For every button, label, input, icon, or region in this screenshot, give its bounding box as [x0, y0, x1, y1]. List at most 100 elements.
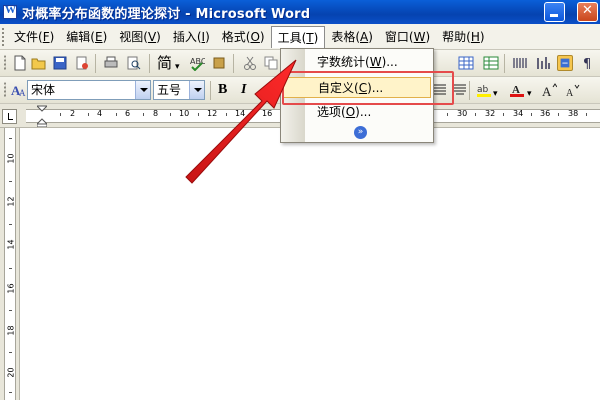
highlight-icon[interactable]: ab — [476, 82, 492, 98]
document-map-icon[interactable] — [557, 55, 573, 71]
ruler-tick — [503, 113, 504, 116]
chevron-down-icon[interactable]: ▾ — [527, 85, 532, 103]
ruler-number: 6 — [125, 109, 131, 118]
ruler-tick — [447, 113, 448, 116]
indent-marker-icon[interactable] — [37, 105, 47, 127]
menu-help[interactable]: 帮助(H) — [436, 26, 490, 48]
chevron-down-icon[interactable]: ▾ — [175, 58, 180, 76]
ruler-tick — [143, 113, 144, 116]
toolbar-grip[interactable] — [4, 55, 8, 71]
columns-icon[interactable] — [512, 55, 528, 71]
menu-file[interactable]: 文件(F) — [8, 26, 60, 48]
show-hide-icon[interactable]: ¶ — [580, 55, 596, 71]
ruler-tick — [60, 113, 61, 116]
ruler-number: 12 — [6, 196, 16, 207]
insert-table-icon[interactable] — [458, 55, 474, 71]
ruler-number: 10 — [6, 153, 16, 164]
menu-bar: 文件(F) 编辑(E) 视图(V) 插入(I) 格式(O) 工具(T) 表格(A… — [0, 24, 600, 50]
ruler-tick — [9, 181, 12, 182]
chevron-down-icon[interactable] — [189, 81, 204, 99]
ruler-number: 16 — [6, 283, 16, 294]
font-size-value: 五号 — [157, 83, 182, 97]
vertical-ruler[interactable]: 10 12 14 16 18 20 — [0, 128, 20, 400]
distributed-icon[interactable] — [452, 82, 468, 98]
ruler-tick — [116, 113, 117, 116]
chevron-down-icon[interactable]: ▾ — [493, 85, 498, 103]
minimize-button[interactable] — [544, 2, 565, 22]
toolbar-grip[interactable] — [4, 82, 8, 98]
ruler-tick — [9, 138, 12, 139]
ruler-tick — [9, 392, 12, 393]
window-title: 对概率分布函数的理论探讨 - Microsoft Word — [22, 6, 311, 22]
close-button[interactable] — [577, 2, 598, 22]
menu-item-word-count[interactable]: 字数统计(W)... — [283, 52, 431, 73]
shrink-font-icon[interactable]: A — [564, 82, 580, 98]
styles-formatting-icon[interactable]: AA — [11, 82, 27, 98]
ruler-tick — [558, 113, 559, 116]
ruler-tick — [198, 113, 199, 116]
title-bar: 对概率分布函数的理论探讨 - Microsoft Word — [0, 0, 600, 24]
svg-text:A: A — [566, 88, 574, 98]
ruler-tick — [9, 268, 12, 269]
font-size-dropdown[interactable]: 五号 — [153, 80, 205, 100]
menu-insert[interactable]: 插入(I) — [167, 26, 216, 48]
chevron-down-icon[interactable] — [135, 81, 150, 99]
menu-item-options[interactable]: 选项(O)... — [283, 102, 431, 123]
open-folder-icon[interactable] — [31, 55, 47, 71]
toolbar-separator — [210, 81, 211, 100]
ruler-number: 16 — [262, 109, 273, 118]
ruler-tick — [170, 113, 171, 116]
svg-text:ABC: ABC — [190, 57, 205, 66]
bold-button[interactable]: B — [218, 81, 227, 99]
grow-font-icon[interactable]: A — [541, 82, 557, 98]
double-chevron-down-icon[interactable]: » — [354, 126, 367, 139]
toolbar-separator — [504, 54, 505, 73]
drawing-icon[interactable] — [535, 55, 551, 71]
cut-icon[interactable] — [242, 55, 258, 71]
ruler-number: 34 — [513, 109, 524, 118]
highlight-box-annotation — [282, 71, 454, 105]
font-name-dropdown[interactable]: 宋体 — [27, 80, 151, 100]
menu-edit[interactable]: 编辑(E) — [60, 26, 113, 48]
italic-button[interactable]: I — [241, 81, 246, 99]
ruler-number: 14 — [235, 109, 246, 118]
ruler-tick — [253, 113, 254, 116]
menu-view[interactable]: 视图(V) — [113, 26, 167, 48]
ruler-number: 38 — [568, 109, 579, 118]
ruler-number: 12 — [207, 109, 218, 118]
ruler-number: 10 — [179, 109, 190, 118]
ruler-number: 36 — [540, 109, 551, 118]
print-preview-icon[interactable] — [126, 55, 142, 71]
ruler-tick — [586, 113, 587, 116]
svg-text:A: A — [19, 88, 26, 98]
svg-text:¶: ¶ — [583, 57, 591, 71]
chinese-conversion-button[interactable]: 简 — [157, 54, 172, 72]
menu-format[interactable]: 格式(O) — [216, 26, 271, 48]
ruler-number: 2 — [70, 109, 76, 118]
document-page[interactable] — [20, 128, 600, 400]
new-document-icon[interactable] — [12, 55, 28, 71]
word-app-icon[interactable] — [3, 4, 17, 19]
ruler-tick — [475, 113, 476, 116]
ruler-number: 30 — [457, 109, 468, 118]
ruler-tick — [9, 224, 12, 225]
ruler-number: 18 — [6, 325, 16, 336]
copy-icon[interactable] — [263, 55, 279, 71]
insert-excel-icon[interactable] — [483, 55, 499, 71]
menu-window[interactable]: 窗口(W) — [379, 26, 436, 48]
spelling-grammar-icon[interactable]: ABC — [189, 55, 205, 71]
research-icon[interactable] — [212, 55, 228, 71]
menu-table[interactable]: 表格(A) — [325, 26, 379, 48]
menu-tools[interactable]: 工具(T) — [270, 25, 326, 48]
ruler-tick — [531, 113, 532, 116]
permission-icon[interactable] — [74, 55, 90, 71]
toolbar-separator — [233, 54, 234, 73]
svg-text:A: A — [542, 84, 552, 98]
print-icon[interactable] — [103, 55, 119, 71]
tab-selector-icon[interactable] — [2, 109, 17, 124]
font-color-icon[interactable]: A — [509, 82, 525, 98]
ruler-tick — [9, 310, 12, 311]
toolbar-separator — [469, 81, 470, 100]
save-icon[interactable] — [52, 55, 68, 71]
ruler-number: 14 — [6, 239, 16, 250]
